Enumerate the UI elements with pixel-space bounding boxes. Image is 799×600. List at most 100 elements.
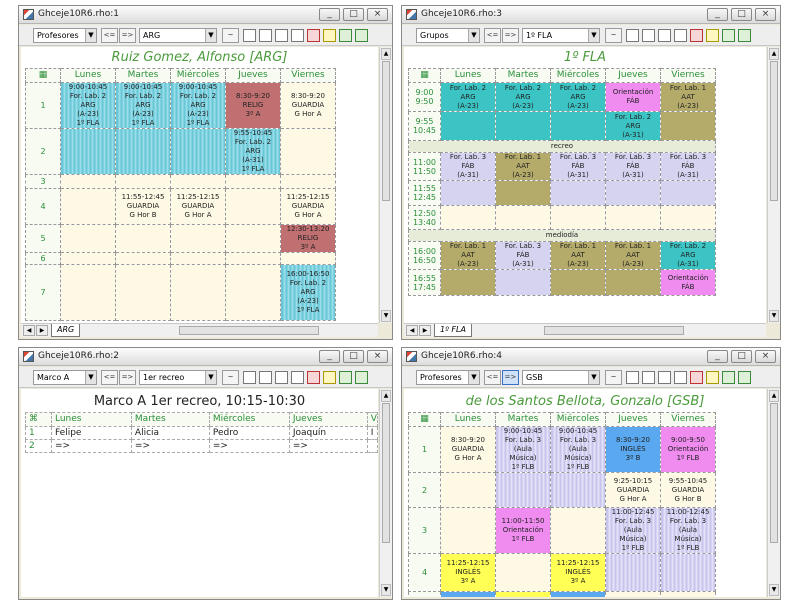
table-view-icon[interactable] <box>291 371 304 384</box>
next-button[interactable]: => <box>502 28 519 43</box>
lesson-cell[interactable] <box>440 111 496 141</box>
sheet-tab[interactable]: ARG <box>51 324 81 337</box>
lesson-cell[interactable]: 8:30-9:20 INGLÉS 3º B <box>605 426 661 473</box>
scroll-thumb[interactable] <box>770 61 778 201</box>
scroll-thumb[interactable] <box>770 403 778 543</box>
document-icon[interactable] <box>722 371 735 384</box>
save-icon[interactable] <box>738 29 751 42</box>
type-select[interactable]: Profesores ▼ <box>416 370 480 385</box>
grid-view-icon[interactable] <box>243 29 256 42</box>
lesson-cell[interactable] <box>550 205 606 230</box>
lesson-cell[interactable] <box>605 180 661 206</box>
save-icon[interactable] <box>355 371 368 384</box>
lesson-cell[interactable] <box>170 128 226 175</box>
vertical-scrollbar[interactable]: ▲ ▼ <box>767 389 780 597</box>
lesson-cell[interactable]: For. Lab. 1 AAT (A-23) <box>550 241 606 270</box>
lesson-cell[interactable] <box>60 252 116 265</box>
table-cell[interactable]: Alicia <box>130 426 210 440</box>
flag-icon[interactable] <box>690 371 703 384</box>
tab-next-button[interactable]: ▶ <box>419 325 431 336</box>
grid-corner-icon[interactable]: ▦ <box>408 68 441 83</box>
week-view-icon[interactable] <box>658 371 671 384</box>
value-select[interactable]: 1º FLA ▼ <box>522 28 600 43</box>
chevron-down-icon[interactable]: ▼ <box>205 29 216 42</box>
lesson-cell[interactable] <box>115 128 171 175</box>
lesson-cell[interactable]: For. Lab. 3 FÁB (A-31) <box>660 152 716 181</box>
type-select[interactable]: Profesores ▼ <box>33 28 97 43</box>
lesson-cell[interactable] <box>660 591 716 597</box>
flag-icon[interactable] <box>690 29 703 42</box>
scroll-down-arrow[interactable]: ▼ <box>381 310 391 322</box>
lesson-cell[interactable] <box>660 553 716 592</box>
next-button[interactable]: => <box>502 370 519 385</box>
chevron-down-icon[interactable]: ▼ <box>468 29 479 42</box>
lesson-cell[interactable] <box>115 264 171 321</box>
lesson-cell[interactable]: 12:30-13:20 RELIG 3º A <box>280 224 336 253</box>
lesson-cell[interactable]: 9:25-10:15 GUARDIA G Hor A <box>605 472 661 508</box>
close-button[interactable]: × <box>755 350 776 363</box>
value-select[interactable]: 1er recreo ▼ <box>139 370 217 385</box>
lesson-cell[interactable] <box>605 205 661 230</box>
table-cell[interactable]: => <box>208 439 290 453</box>
lesson-cell[interactable] <box>60 128 116 175</box>
lesson-cell[interactable] <box>495 269 551 296</box>
table-cell[interactable]: => <box>288 439 368 453</box>
table-cell[interactable] <box>366 439 378 453</box>
lesson-cell[interactable] <box>495 553 551 592</box>
window-titlebar[interactable]: Ghceje10R6.rho:1 _ □ × <box>19 6 392 24</box>
lesson-cell[interactable]: Orientación FÁB <box>605 82 661 112</box>
lesson-cell[interactable] <box>115 252 171 265</box>
lesson-cell[interactable]: 11:25-12:15 GUARDIA G Hor A <box>280 188 336 225</box>
previous-button[interactable]: <= <box>101 370 118 385</box>
document-icon[interactable] <box>339 371 352 384</box>
lesson-cell[interactable] <box>495 111 551 141</box>
document-icon[interactable] <box>722 29 735 42</box>
lesson-cell[interactable] <box>550 180 606 206</box>
lesson-cell[interactable]: For. Lab. 1 AAT (A-23) <box>495 152 551 181</box>
window-titlebar[interactable]: Ghceje10R6.rho:3 _ □ × <box>402 6 780 24</box>
previous-button[interactable]: <= <box>484 28 501 43</box>
scroll-down-arrow[interactable]: ▼ <box>769 584 779 596</box>
lesson-cell[interactable] <box>550 507 606 554</box>
lesson-cell[interactable] <box>225 264 281 321</box>
lesson-cell[interactable] <box>550 472 606 508</box>
chevron-down-icon[interactable]: ▼ <box>85 29 96 42</box>
table-view-icon[interactable] <box>291 29 304 42</box>
maximize-button[interactable]: □ <box>731 8 752 21</box>
link-button[interactable]: ~ <box>222 370 239 385</box>
lesson-cell[interactable]: 9:55-10:45 For. Lab. 2 ARG (A-31) 1º FLA <box>225 128 281 175</box>
type-select[interactable]: Grupos ▼ <box>416 28 480 43</box>
grid-view-icon[interactable] <box>626 371 639 384</box>
lesson-cell[interactable]: 12:30-13:20 INGLÉS <box>440 591 496 597</box>
vertical-scrollbar[interactable]: ▲ ▼ <box>767 47 780 323</box>
table-cell[interactable]: Joaquín <box>288 426 368 440</box>
lesson-cell[interactable] <box>550 269 606 296</box>
refresh-icon[interactable] <box>323 29 336 42</box>
flag-icon[interactable] <box>307 371 320 384</box>
lesson-cell[interactable] <box>495 472 551 508</box>
lesson-cell[interactable]: For. Lab. 3 FÁB (A-31) <box>550 152 606 181</box>
chevron-down-icon[interactable]: ▼ <box>205 371 216 384</box>
chevron-down-icon[interactable]: ▼ <box>85 371 96 384</box>
lesson-cell[interactable] <box>225 252 281 265</box>
list-view-icon[interactable] <box>259 371 272 384</box>
lesson-cell[interactable] <box>60 188 116 225</box>
close-button[interactable]: × <box>367 350 388 363</box>
horizontal-scroll-thumb[interactable] <box>179 326 319 335</box>
lesson-cell[interactable] <box>225 224 281 253</box>
lesson-cell[interactable] <box>280 128 336 175</box>
scroll-up-arrow[interactable]: ▲ <box>381 390 391 402</box>
lesson-cell[interactable]: 11:00-11:50 Orientación 1º FLB <box>495 507 551 554</box>
table-cell[interactable]: Felipe <box>50 426 132 440</box>
lesson-cell[interactable]: 9:55-10:45 GUARDIA G Hor B <box>660 472 716 508</box>
table-view-icon[interactable] <box>674 29 687 42</box>
lesson-cell[interactable] <box>170 174 226 189</box>
next-button[interactable]: => <box>119 370 136 385</box>
flag-icon[interactable] <box>307 29 320 42</box>
maximize-button[interactable]: □ <box>343 350 364 363</box>
lesson-cell[interactable] <box>495 205 551 230</box>
lesson-cell[interactable]: For. Lab. 1 AAT (A-23) <box>440 241 496 270</box>
lesson-cell[interactable]: 9:00-10:45 For. Lab. 2 ARG (A-23) 1º FLA <box>60 82 116 129</box>
lesson-cell[interactable] <box>170 264 226 321</box>
lesson-cell[interactable] <box>550 111 606 141</box>
